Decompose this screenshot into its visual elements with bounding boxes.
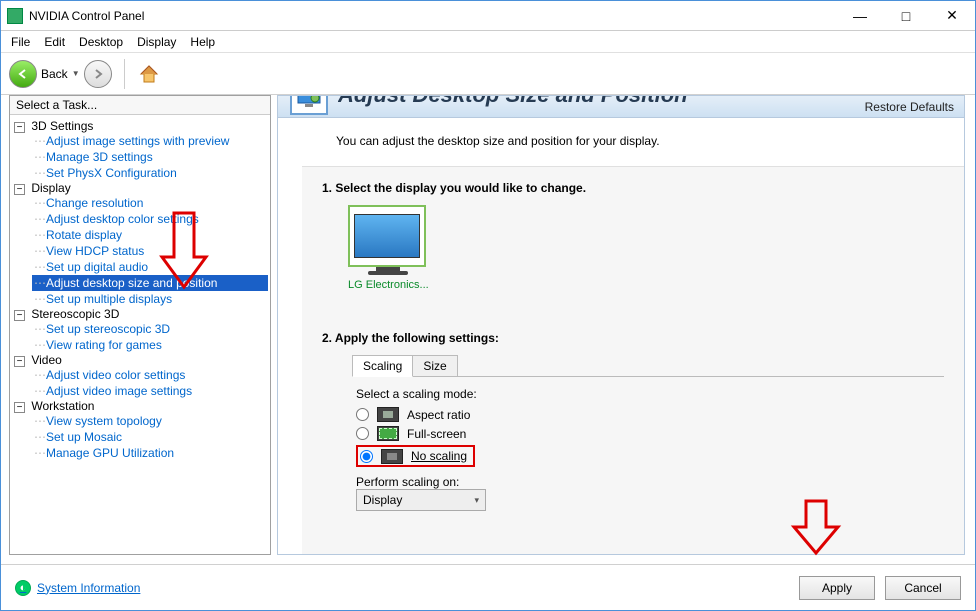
- back-label: Back: [41, 67, 68, 81]
- tree-toggle[interactable]: −: [14, 402, 25, 413]
- group-3d-settings[interactable]: 3D Settings: [31, 119, 93, 133]
- item-setup-stereo3d[interactable]: Set up stereoscopic 3D: [32, 321, 268, 337]
- page-title: Adjust Desktop Size and Position: [338, 95, 688, 108]
- restore-defaults-link[interactable]: Restore Defaults: [865, 100, 954, 114]
- menubar: File Edit Desktop Display Help: [1, 31, 975, 53]
- tree-toggle[interactable]: −: [14, 122, 25, 133]
- menu-help[interactable]: Help: [190, 35, 215, 49]
- tab-size[interactable]: Size: [412, 355, 457, 376]
- item-multiple-displays[interactable]: Set up multiple displays: [32, 291, 268, 307]
- content-pane: Adjust Desktop Size and Position Restore…: [277, 95, 965, 555]
- item-adjust-color[interactable]: Adjust desktop color settings: [32, 211, 268, 227]
- item-adjust-image-preview[interactable]: Adjust image settings with preview: [32, 133, 268, 149]
- radio-no-scaling[interactable]: [360, 450, 373, 463]
- system-information-link[interactable]: ◐ System Information: [15, 580, 140, 596]
- app-icon: [7, 8, 23, 24]
- page-icon: [290, 95, 328, 115]
- info-icon: ◐: [15, 580, 31, 596]
- task-sidebar[interactable]: Select a Task... − 3D Settings Adjust im…: [9, 95, 271, 555]
- sidebar-header: Select a Task...: [10, 96, 270, 115]
- item-view-rating[interactable]: View rating for games: [32, 337, 268, 353]
- group-display[interactable]: Display: [31, 181, 70, 195]
- app-window: NVIDIA Control Panel ― □ ✕ File Edit Des…: [0, 0, 976, 611]
- item-physx[interactable]: Set PhysX Configuration: [32, 165, 268, 181]
- menu-file[interactable]: File: [11, 35, 30, 49]
- toolbar: Back ▼: [1, 53, 975, 95]
- forward-button[interactable]: [84, 60, 112, 88]
- back-button[interactable]: [9, 60, 37, 88]
- cancel-button[interactable]: Cancel: [885, 576, 961, 600]
- titlebar: NVIDIA Control Panel ― □ ✕: [1, 1, 975, 31]
- maximize-button[interactable]: □: [883, 1, 929, 30]
- aspect-ratio-icon: [377, 407, 399, 422]
- item-manage-3d[interactable]: Manage 3D settings: [32, 149, 268, 165]
- home-button[interactable]: [137, 62, 161, 86]
- back-dropdown[interactable]: ▼: [72, 69, 80, 78]
- group-stereo3d[interactable]: Stereoscopic 3D: [31, 307, 119, 321]
- group-video[interactable]: Video: [31, 353, 61, 367]
- full-screen-icon: [377, 426, 399, 441]
- menu-desktop[interactable]: Desktop: [79, 35, 123, 49]
- label-full-screen: Full-screen: [407, 427, 466, 441]
- display-thumbnail[interactable]: LG Electronics...: [348, 205, 429, 291]
- radio-aspect-ratio[interactable]: [356, 408, 369, 421]
- perform-scaling-value: Display: [363, 493, 402, 507]
- step1-heading: 1. Select the display you would like to …: [322, 181, 944, 195]
- item-video-image[interactable]: Adjust video image settings: [32, 383, 268, 399]
- item-system-topology[interactable]: View system topology: [32, 413, 268, 429]
- minimize-button[interactable]: ―: [837, 1, 883, 30]
- display-label: LG Electronics...: [348, 279, 429, 291]
- menu-edit[interactable]: Edit: [44, 35, 65, 49]
- perform-scaling-combo[interactable]: Display ▾: [356, 489, 486, 511]
- item-video-color[interactable]: Adjust video color settings: [32, 367, 268, 383]
- group-workstation[interactable]: Workstation: [31, 399, 94, 413]
- item-mosaic[interactable]: Set up Mosaic: [32, 429, 268, 445]
- apply-button[interactable]: Apply: [799, 576, 875, 600]
- radio-full-screen[interactable]: [356, 427, 369, 440]
- label-aspect-ratio: Aspect ratio: [407, 408, 470, 422]
- item-digital-audio[interactable]: Set up digital audio: [32, 259, 268, 275]
- no-scaling-highlight: No scaling: [356, 445, 475, 467]
- chevron-down-icon: ▾: [474, 495, 479, 506]
- perform-scaling-label: Perform scaling on:: [356, 475, 940, 489]
- item-adjust-size-position[interactable]: Adjust desktop size and position: [32, 275, 268, 291]
- tree-toggle[interactable]: −: [14, 356, 25, 367]
- tab-scaling[interactable]: Scaling: [352, 355, 413, 377]
- label-no-scaling: No scaling: [411, 449, 467, 463]
- close-button[interactable]: ✕: [929, 1, 975, 30]
- item-hdcp-status[interactable]: View HDCP status: [32, 243, 268, 259]
- no-scaling-icon: [381, 449, 403, 464]
- item-change-resolution[interactable]: Change resolution: [32, 195, 268, 211]
- toolbar-separator: [124, 59, 125, 89]
- step2-heading: 2. Apply the following settings:: [322, 331, 944, 345]
- menu-display[interactable]: Display: [137, 35, 176, 49]
- item-gpu-util[interactable]: Manage GPU Utilization: [32, 445, 268, 461]
- tree-toggle[interactable]: −: [14, 310, 25, 321]
- item-rotate-display[interactable]: Rotate display: [32, 227, 268, 243]
- tree-toggle[interactable]: −: [14, 184, 25, 195]
- page-description: You can adjust the desktop size and posi…: [336, 134, 948, 148]
- footer: ◐ System Information Apply Cancel: [1, 564, 975, 610]
- scaling-prompt: Select a scaling mode:: [356, 387, 940, 401]
- window-title: NVIDIA Control Panel: [29, 9, 837, 23]
